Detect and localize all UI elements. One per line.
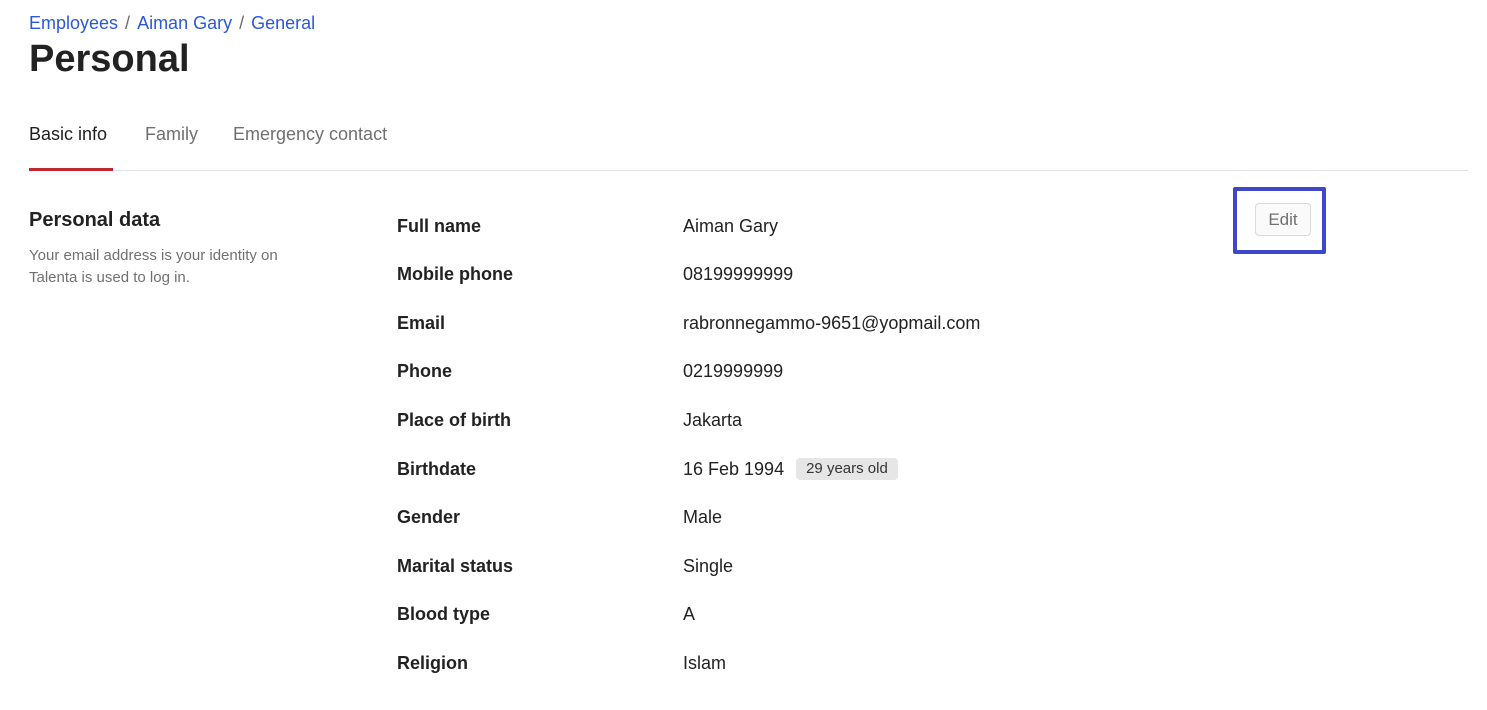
field-row-marital-status: Marital status Single	[397, 553, 1197, 579]
field-value: rabronnegammo-9651@yopmail.com	[683, 310, 980, 336]
page-title: Personal	[29, 38, 190, 80]
breadcrumb-separator: /	[125, 13, 131, 33]
active-tab-indicator	[29, 168, 113, 171]
tab-label: Family	[145, 124, 198, 144]
field-row-mobile-phone: Mobile phone 08199999999	[397, 261, 1197, 287]
field-value: Jakarta	[683, 407, 742, 433]
field-value: Single	[683, 553, 733, 579]
religion-value: Islam	[683, 653, 727, 673]
field-row-blood-type: Blood type A	[397, 601, 1197, 627]
breadcrumb-separator: /	[239, 13, 245, 33]
breadcrumb: Employees / Aiman Gary / General	[29, 11, 315, 35]
field-value: 16 Feb 1994 29 years old	[683, 456, 898, 482]
field-value: Male	[683, 504, 722, 530]
tab-label: Basic info	[29, 124, 108, 144]
field-label: Email	[397, 313, 446, 333]
field-value: Islam	[683, 650, 726, 676]
breadcrumb-employee-link[interactable]: Aiman Gary	[137, 13, 232, 33]
field-row-email: Email rabronnegammo-9651@yopmail.com	[397, 310, 1197, 336]
section-description: Your email address is your identity on T…	[29, 247, 278, 286]
place-of-birth-value: Jakarta	[683, 410, 743, 430]
field-value: A	[683, 601, 695, 627]
field-label: Marital status	[397, 556, 514, 576]
mobile-phone-value: 08199999999	[683, 264, 794, 284]
email-value: rabronnegammo-9651@yopmail.com	[683, 313, 981, 333]
field-value: 0219999999	[683, 358, 783, 384]
field-row-gender: Gender Male	[397, 504, 1197, 530]
tab-family[interactable]: Family	[145, 122, 198, 146]
phone-value: 0219999999	[683, 361, 784, 381]
field-value: Aiman Gary	[683, 213, 778, 239]
breadcrumb-general-link[interactable]: General	[251, 13, 315, 33]
edit-button[interactable]: Edit	[1255, 203, 1311, 236]
field-label: Blood type	[397, 604, 490, 624]
field-row-religion: Religion Islam	[397, 650, 1197, 676]
field-label: Birthdate	[397, 459, 477, 479]
field-row-place-of-birth: Place of birth Jakarta	[397, 407, 1197, 433]
age-badge: 29 years old	[796, 458, 898, 480]
tab-label: Emergency contact	[233, 124, 388, 144]
tab-emergency-contact[interactable]: Emergency contact	[233, 122, 387, 146]
field-label: Gender	[397, 507, 461, 527]
birthdate-value: 16 Feb 1994	[683, 459, 785, 479]
field-label: Religion	[397, 653, 468, 673]
section-title: Personal data	[29, 209, 161, 231]
field-label: Phone	[397, 361, 453, 381]
tab-bar: Basic info Family Emergency contact	[29, 112, 1468, 171]
field-row-full-name: Full name Aiman Gary	[397, 213, 1197, 239]
blood-type-value: A	[683, 604, 696, 624]
gender-value: Male	[683, 507, 723, 527]
marital-status-value: Single	[683, 556, 734, 576]
field-value: 08199999999	[683, 261, 793, 287]
field-label: Full name	[397, 216, 482, 236]
field-label: Mobile phone	[397, 264, 513, 284]
tab-basic-info[interactable]: Basic info	[29, 122, 107, 146]
breadcrumb-employees-link[interactable]: Employees	[29, 13, 118, 33]
field-label: Place of birth	[397, 410, 512, 430]
field-row-phone: Phone 0219999999	[397, 358, 1197, 384]
page: Employees / Aiman Gary / General Personal Ba…	[0, 0, 1487, 710]
full-name-value: Aiman Gary	[683, 216, 779, 236]
field-row-birthdate: Birthdate 16 Feb 1994 29 years old	[397, 456, 1197, 482]
